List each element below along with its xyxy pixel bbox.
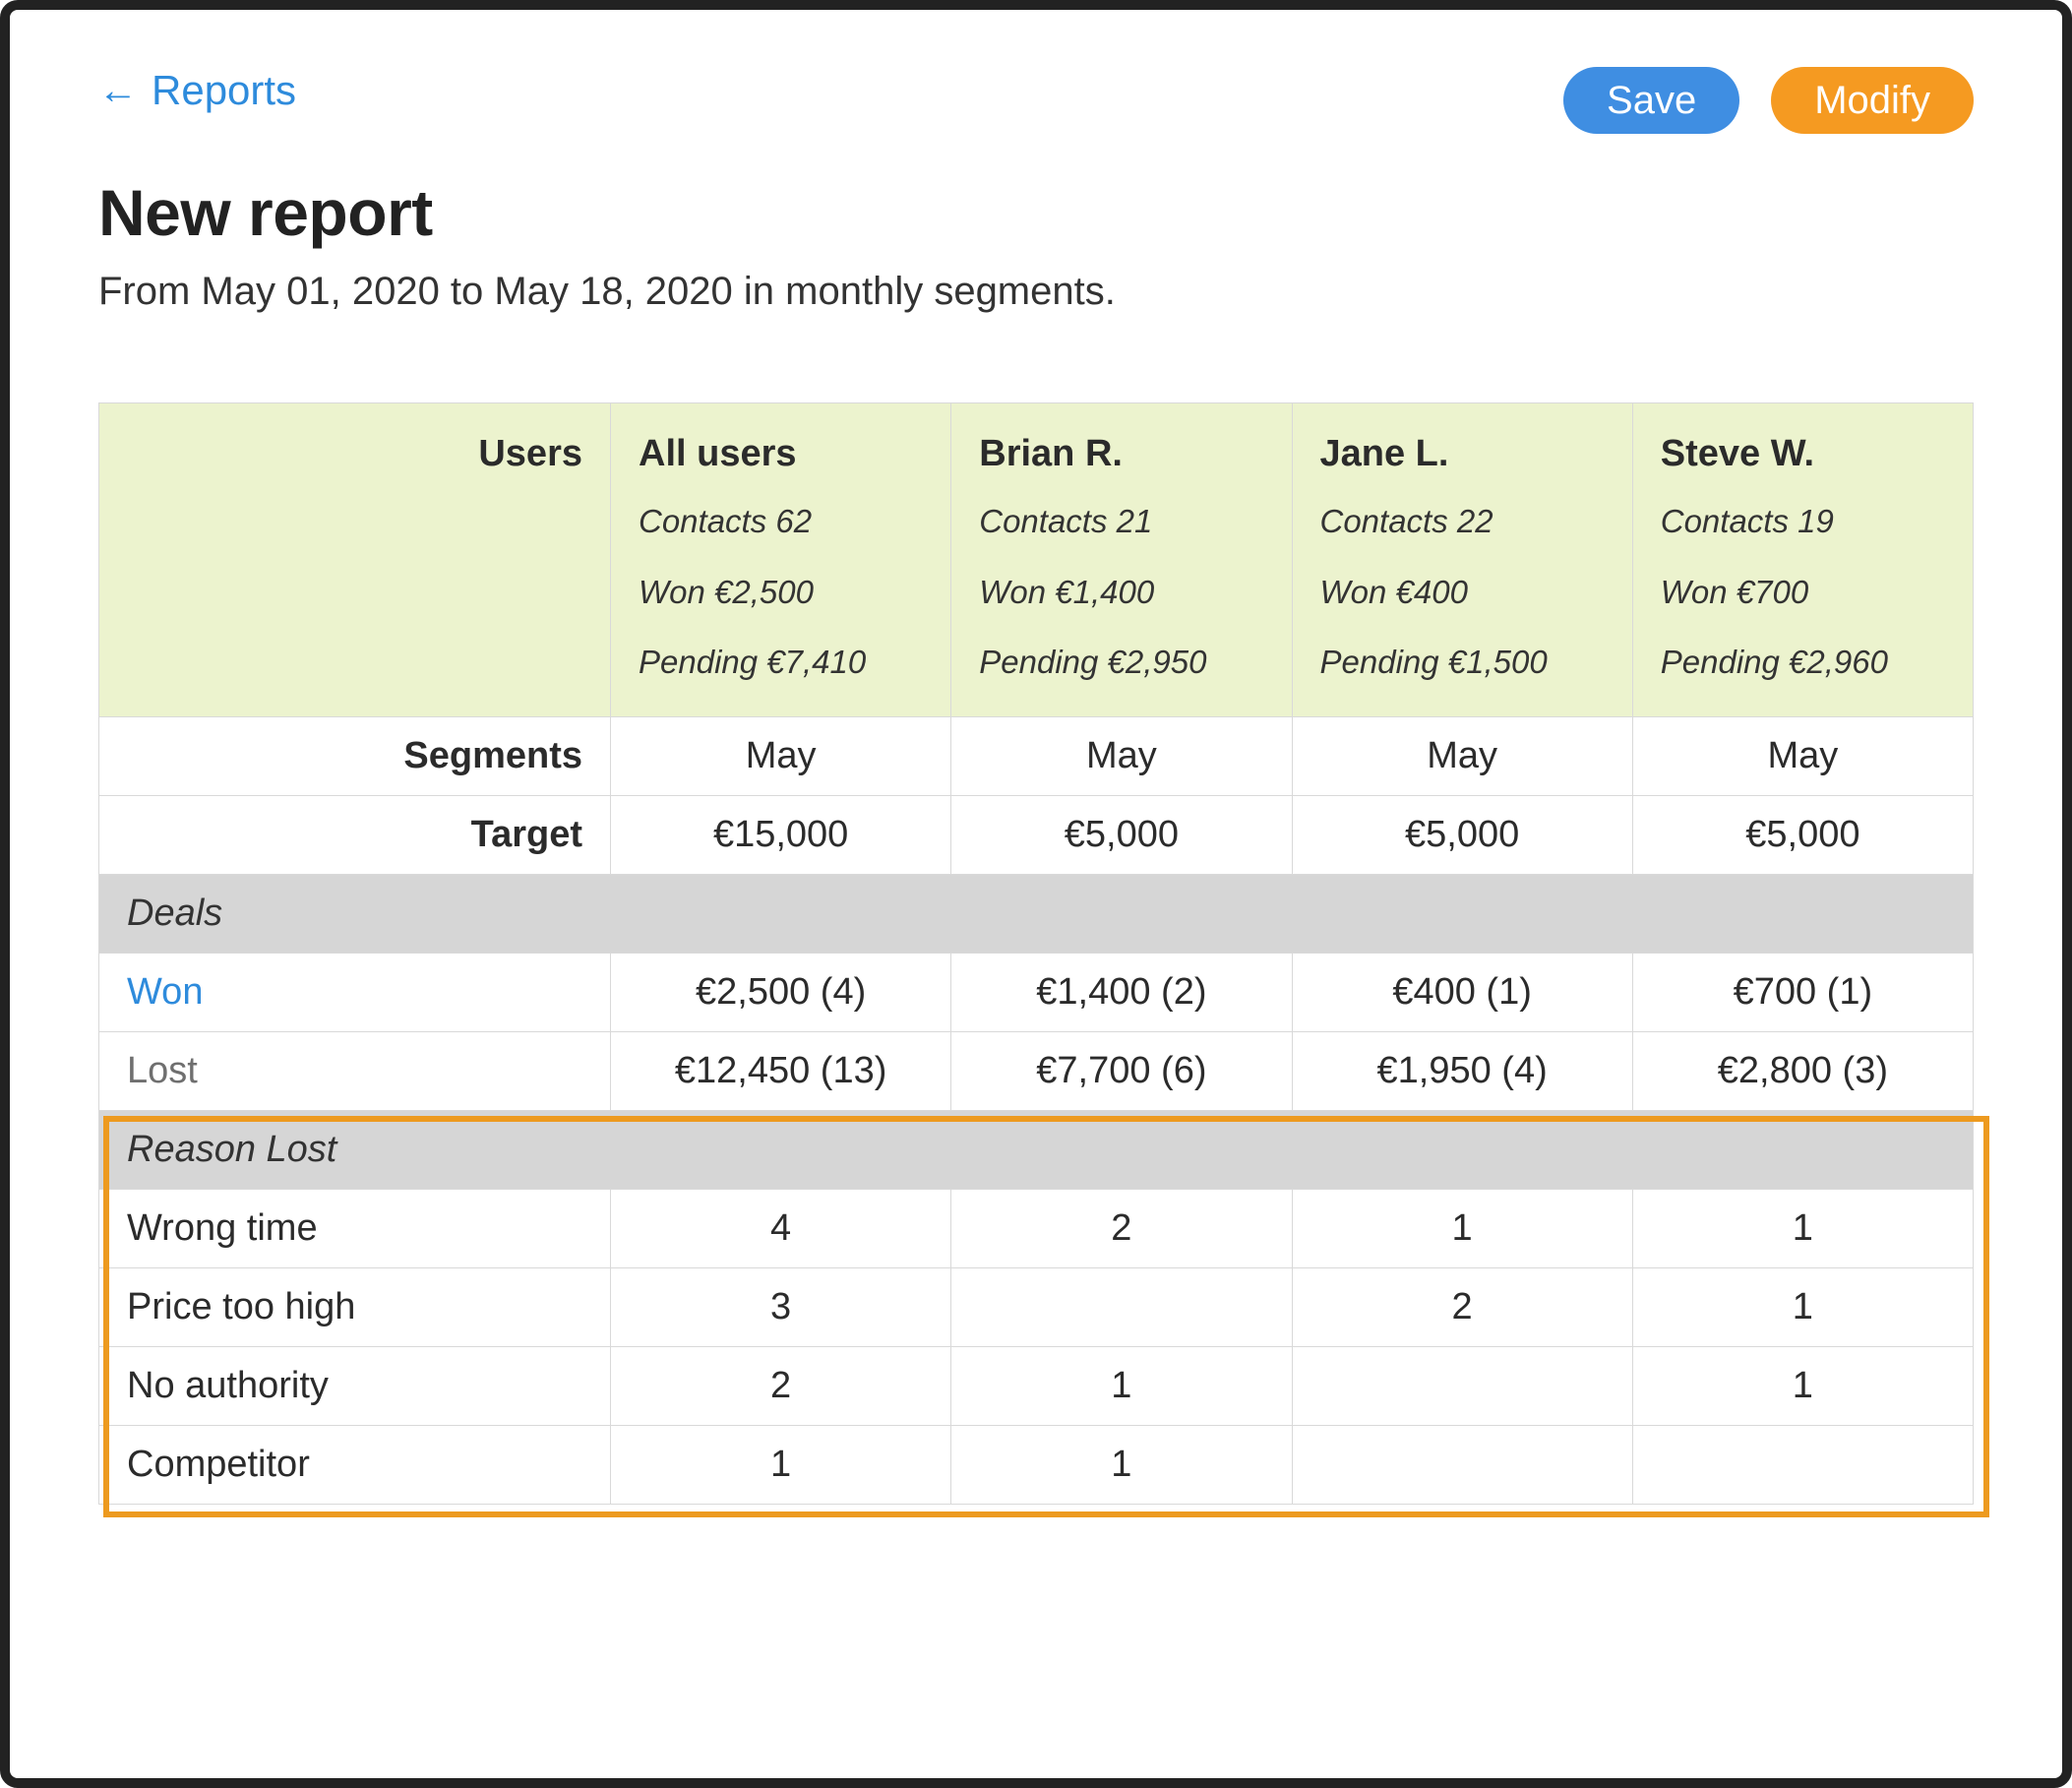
- cell: €5,000: [1292, 795, 1632, 874]
- cell: €5,000: [951, 795, 1292, 874]
- col-pending: Pending €1,500: [1320, 638, 1605, 687]
- cell: [1292, 1346, 1632, 1425]
- cell: 1: [1292, 1189, 1632, 1267]
- cell: 2: [611, 1346, 951, 1425]
- cell: May: [1632, 716, 1973, 795]
- topbar: ← Reports Save Modify: [98, 67, 1974, 134]
- cell: [951, 1267, 1292, 1346]
- cell: 1: [951, 1425, 1292, 1504]
- row-label: Wrong time: [99, 1189, 611, 1267]
- deals-won-row: Won €2,500 (4) €1,400 (2) €400 (1) €700 …: [99, 953, 1974, 1031]
- row-label: Lost: [99, 1031, 611, 1110]
- col-header: Brian R. Contacts 21 Won €1,400 Pending …: [951, 403, 1292, 717]
- reason-row: No authority 2 1 1: [99, 1346, 1974, 1425]
- cell: 1: [1632, 1189, 1973, 1267]
- row-label: Competitor: [99, 1425, 611, 1504]
- col-header: All users Contacts 62 Won €2,500 Pending…: [611, 403, 951, 717]
- col-won: Won €1,400: [979, 568, 1263, 617]
- date-range-text: From May 01, 2020 to May 18, 2020 in mon…: [98, 270, 1974, 314]
- page-title: New report: [98, 175, 1974, 250]
- reason-row: Competitor 1 1: [99, 1425, 1974, 1504]
- col-pending: Pending €7,410: [639, 638, 923, 687]
- cell: 1: [1632, 1267, 1973, 1346]
- section-label: Reason Lost: [99, 1110, 1974, 1189]
- row-label[interactable]: Won: [99, 953, 611, 1031]
- users-header: Users: [99, 403, 611, 717]
- col-header: Steve W. Contacts 19 Won €700 Pending €2…: [1632, 403, 1973, 717]
- row-label: Segments: [99, 716, 611, 795]
- deals-lost-row: Lost €12,450 (13) €7,700 (6) €1,950 (4) …: [99, 1031, 1974, 1110]
- report-window: ← Reports Save Modify New report From Ma…: [0, 0, 2072, 1788]
- back-link-label: Reports: [152, 67, 296, 114]
- cell: €700 (1): [1632, 953, 1973, 1031]
- save-button[interactable]: Save: [1563, 67, 1739, 134]
- col-contacts: Contacts 21: [979, 497, 1263, 546]
- col-header: Jane L. Contacts 22 Won €400 Pending €1,…: [1292, 403, 1632, 717]
- row-label: Price too high: [99, 1267, 611, 1346]
- action-buttons: Save Modify: [1563, 67, 1974, 134]
- col-name: Jane L.: [1320, 433, 1605, 475]
- col-pending: Pending €2,950: [979, 638, 1263, 687]
- cell: 3: [611, 1267, 951, 1346]
- cell: €1,400 (2): [951, 953, 1292, 1031]
- modify-button[interactable]: Modify: [1771, 67, 1974, 134]
- reason-lost-section-row: Reason Lost: [99, 1110, 1974, 1189]
- col-name: Brian R.: [979, 433, 1263, 475]
- row-label: No authority: [99, 1346, 611, 1425]
- reason-row: Price too high 3 2 1: [99, 1267, 1974, 1346]
- cell: [1292, 1425, 1632, 1504]
- cell: €400 (1): [1292, 953, 1632, 1031]
- cell: [1632, 1425, 1973, 1504]
- col-contacts: Contacts 19: [1661, 497, 1945, 546]
- col-contacts: Contacts 62: [639, 497, 923, 546]
- cell: 1: [951, 1346, 1292, 1425]
- cell: €2,800 (3): [1632, 1031, 1973, 1110]
- cell: May: [951, 716, 1292, 795]
- deals-section-row: Deals: [99, 874, 1974, 953]
- back-to-reports-link[interactable]: ← Reports: [98, 67, 296, 114]
- report-table: Users All users Contacts 62 Won €2,500 P…: [98, 402, 1974, 1505]
- cell: €7,700 (6): [951, 1031, 1292, 1110]
- segments-row: Segments May May May May: [99, 716, 1974, 795]
- cell: €5,000: [1632, 795, 1973, 874]
- table-header-row: Users All users Contacts 62 Won €2,500 P…: [99, 403, 1974, 717]
- arrow-left-icon: ←: [98, 71, 138, 110]
- cell: €2,500 (4): [611, 953, 951, 1031]
- section-label: Deals: [99, 874, 1974, 953]
- col-contacts: Contacts 22: [1320, 497, 1605, 546]
- col-won: Won €400: [1320, 568, 1605, 617]
- cell: May: [1292, 716, 1632, 795]
- col-pending: Pending €2,960: [1661, 638, 1945, 687]
- col-name: Steve W.: [1661, 433, 1945, 475]
- cell: €12,450 (13): [611, 1031, 951, 1110]
- target-row: Target €15,000 €5,000 €5,000 €5,000: [99, 795, 1974, 874]
- cell: €15,000: [611, 795, 951, 874]
- cell: 2: [951, 1189, 1292, 1267]
- col-name: All users: [639, 433, 923, 475]
- col-won: Won €700: [1661, 568, 1945, 617]
- cell: 1: [1632, 1346, 1973, 1425]
- col-won: Won €2,500: [639, 568, 923, 617]
- cell: May: [611, 716, 951, 795]
- cell: €1,950 (4): [1292, 1031, 1632, 1110]
- row-label: Target: [99, 795, 611, 874]
- cell: 2: [1292, 1267, 1632, 1346]
- cell: 4: [611, 1189, 951, 1267]
- cell: 1: [611, 1425, 951, 1504]
- reason-row: Wrong time 4 2 1 1: [99, 1189, 1974, 1267]
